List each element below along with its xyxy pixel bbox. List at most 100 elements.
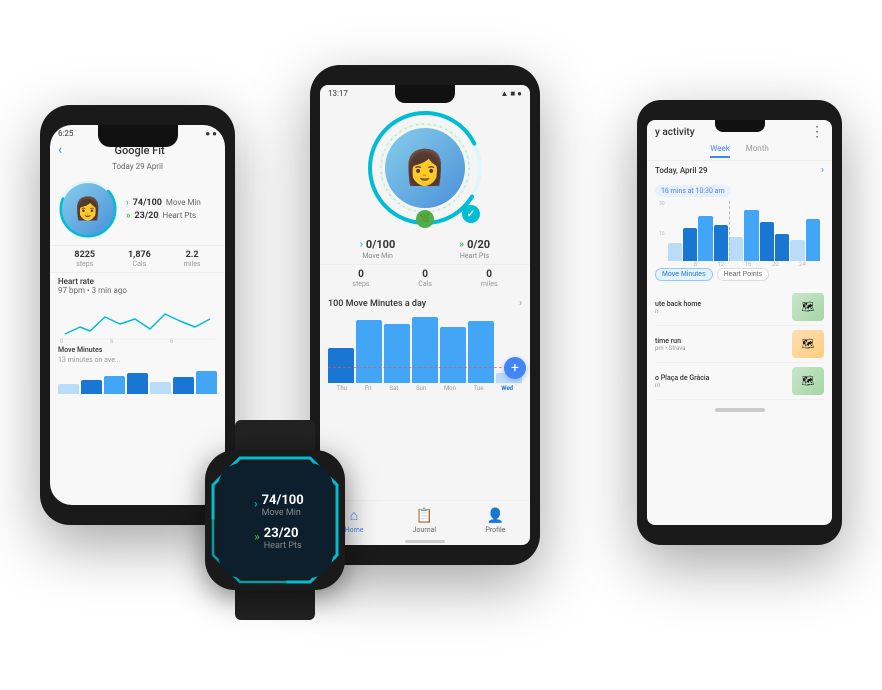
left-date: Today 29 April: [50, 160, 225, 173]
center-move-val: 0/100: [366, 238, 395, 251]
watch-heart-arrow: »: [254, 530, 260, 543]
center-steps-val: 0: [352, 269, 369, 280]
center-move-section-label: 100 Move Minutes a day: [328, 299, 426, 309]
left-avatar-ring: 👩: [58, 179, 118, 239]
smartwatch: › 74/100 Move Min » 23/20: [195, 420, 355, 600]
map-thumb-2: 🗺: [792, 330, 824, 358]
move-minutes-sub: 13 minutes on ave...: [50, 356, 225, 364]
miles-label: miles: [184, 260, 201, 268]
right-home-bar: [715, 408, 765, 412]
nav-journal[interactable]: 📋 Journal: [413, 508, 436, 534]
center-miles-val: 0: [481, 269, 498, 280]
day-thu: Thu: [337, 385, 347, 392]
cp-bar-sun: [412, 317, 438, 384]
center-cals-label: Cals: [418, 280, 432, 288]
watch-move-arrow: ›: [254, 497, 257, 510]
center-avatar-section: 👩 ✓ 🌿: [320, 100, 530, 232]
move-minutes-bottom-label: Move Minutes: [50, 344, 225, 356]
left-avatar-face: 👩: [74, 197, 101, 222]
rp-bar-1: [668, 243, 682, 261]
watch-move-row: › 74/100 Move Min: [254, 489, 303, 518]
center-heart-val: 0/20: [467, 238, 490, 251]
right-chart-x-4: 16: [745, 261, 752, 268]
activity-item-3: o Plaça de Gràcia m 🗺: [655, 363, 824, 400]
heart-rate-title: Heart rate: [58, 277, 217, 286]
center-move-label: Move Min: [360, 252, 395, 260]
activity-info-2: time run pm • Strava: [655, 337, 786, 352]
center-home-bar: [405, 540, 445, 543]
watch-heart-label: Heart Pts: [264, 541, 302, 551]
tab-month[interactable]: Month: [746, 144, 769, 158]
add-button[interactable]: +: [504, 357, 526, 379]
steps-label: steps: [74, 260, 95, 268]
activity-meta-2: pm • Strava: [655, 345, 786, 352]
cals-item: 1,876 Cals: [128, 250, 151, 268]
right-phone-screen: y activity ⋮ Week Month Today, April 29 …: [647, 120, 832, 525]
center-metrics: › 0/100 Move Min » 0/20 Heart Pts: [320, 232, 530, 264]
center-move-section: 100 Move Minutes a day ›: [320, 292, 530, 313]
left-bottom-chart: [58, 368, 217, 394]
activity-name-1: ute back home: [655, 300, 786, 308]
center-heart-arrow: »: [459, 239, 464, 250]
activity-meta-1: n: [655, 308, 786, 315]
center-miles: 0 miles: [481, 269, 498, 288]
profile-label: Profile: [485, 526, 505, 534]
heart-rate-chart-svg: 0 6 6: [58, 299, 217, 344]
right-date-row: Today, April 29 ›: [647, 161, 832, 178]
day-sat: Sat: [389, 385, 398, 392]
profile-icon: 👤: [487, 508, 504, 524]
activity-name-2: time run: [655, 337, 786, 345]
steps-item: 8225 steps: [74, 250, 95, 268]
center-steps-label: steps: [352, 280, 369, 288]
right-header: y activity ⋮: [647, 120, 832, 142]
right-menu-icon[interactable]: ⋮: [810, 124, 824, 140]
rp-bar-3: [698, 216, 712, 261]
center-move-arrow: ›: [360, 239, 363, 250]
move-min-row: › 74/100 Move Min: [126, 198, 201, 208]
filter-heart-points[interactable]: Heart Points: [717, 268, 770, 281]
miles-item: 2.2 miles: [184, 250, 201, 268]
move-min-label: Move Min: [166, 198, 201, 207]
right-chart-x-3: 12: [717, 261, 724, 268]
right-chart-x-5: 20: [772, 261, 779, 268]
center-steps: 0 steps: [352, 269, 369, 288]
map-thumb-3: 🗺: [792, 367, 824, 395]
left-metrics: › 74/100 Move Min » 23/20 Heart Pts: [126, 198, 201, 221]
bar-1: [58, 384, 79, 394]
right-phone: y activity ⋮ Week Month Today, April 29 …: [637, 100, 842, 545]
day-wed: Wed: [501, 385, 513, 392]
center-miles-label: miles: [481, 280, 498, 288]
watch-band-bottom: [235, 590, 315, 620]
center-heart-pts: » 0/20 Heart Pts: [459, 238, 490, 260]
nav-profile[interactable]: 👤 Profile: [485, 508, 505, 534]
center-big-ring: 👩 ✓ 🌿: [365, 108, 485, 228]
watch-move-label: Move Min: [262, 508, 304, 518]
journal-icon: 📋: [416, 508, 433, 524]
center-chart: Thu Fri Sat Sun Mon Tue Wed +: [320, 313, 530, 393]
day-tue: Tue: [474, 385, 484, 392]
right-chart-y-axis: 30 15: [659, 201, 665, 261]
bar-2: [81, 380, 102, 394]
cp-bar-mon: [440, 327, 466, 383]
activity-meta-3: m: [655, 382, 786, 389]
watch-band-top: [235, 420, 315, 450]
activity-item-2: time run pm • Strava 🗺: [655, 326, 824, 363]
left-signal: ● ●: [205, 129, 217, 138]
filter-move-minutes[interactable]: Move Minutes: [655, 268, 713, 281]
center-cals: 0 Cals: [418, 269, 432, 288]
left-time: 6:25: [58, 129, 73, 138]
journal-label: Journal: [413, 526, 436, 534]
scene: 6:25 ● ● ‹ Google Fit Today 29 April: [0, 0, 882, 690]
tab-week[interactable]: Week: [710, 144, 730, 158]
right-date-arrow[interactable]: ›: [821, 165, 824, 176]
center-signal: ▲ ■ ●: [500, 89, 522, 98]
center-move-section-arrow: ›: [519, 298, 522, 309]
activity-name-3: o Plaça de Gràcia: [655, 374, 786, 382]
day-sun: Sun: [416, 385, 426, 392]
rp-bar-7: [760, 222, 774, 261]
cp-bar-thu: [328, 348, 354, 383]
watch-stats: › 74/100 Move Min » 23/20: [246, 489, 303, 551]
activity-map-2: 🗺: [792, 330, 824, 358]
rp-bar-10: [806, 219, 820, 261]
right-activity-list: ute back home n 🗺 time run pm • Strava 🗺: [647, 285, 832, 404]
